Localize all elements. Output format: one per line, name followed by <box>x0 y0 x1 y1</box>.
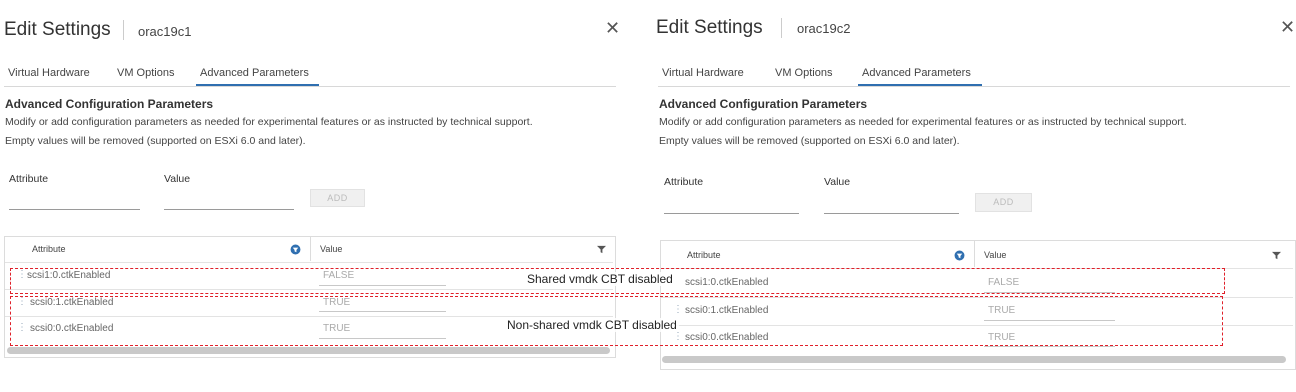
attribute-label: Attribute <box>9 173 49 185</box>
section-heading: Advanced Configuration Parameters <box>659 97 868 111</box>
non-shared-vmdk-annotation: Non-shared vmdk CBT disabled <box>505 318 679 332</box>
value-label: Value <box>164 173 191 185</box>
column-header-value[interactable]: Value <box>320 244 342 254</box>
horizontal-scrollbar[interactable] <box>662 356 1286 363</box>
shared-vmdk-annotation: Shared vmdk CBT disabled <box>525 272 675 286</box>
title-separator <box>781 18 782 38</box>
filter-icon[interactable] <box>597 245 606 254</box>
add-button[interactable]: ADD <box>975 193 1032 212</box>
value-input[interactable] <box>824 191 959 214</box>
value-label: Value <box>824 176 851 188</box>
grid-header-divider <box>5 262 613 263</box>
section-description-line1: Modify or add configuration parameters a… <box>659 116 1187 128</box>
section-description-line1: Modify or add configuration parameters a… <box>5 116 533 128</box>
section-heading: Advanced Configuration Parameters <box>5 97 214 111</box>
filter-icon[interactable] <box>1272 251 1281 260</box>
column-divider <box>310 237 311 261</box>
filter-icon[interactable] <box>954 250 965 261</box>
add-button[interactable]: ADD <box>310 189 365 207</box>
tab-advanced-parameters[interactable]: Advanced Parameters <box>200 67 309 79</box>
dialog-title: Edit Settings <box>4 19 111 40</box>
vm-name: orac19c2 <box>797 21 851 36</box>
tab-vm-options[interactable]: VM Options <box>117 67 174 79</box>
tab-virtual-hardware[interactable]: Virtual Hardware <box>662 67 744 79</box>
tab-advanced-parameters[interactable]: Advanced Parameters <box>862 67 971 79</box>
column-header-value[interactable]: Value <box>984 250 1006 260</box>
tab-vm-options[interactable]: VM Options <box>775 67 832 79</box>
attribute-label: Attribute <box>664 176 704 188</box>
dialog-title: Edit Settings <box>656 17 763 38</box>
tab-virtual-hardware[interactable]: Virtual Hardware <box>8 67 90 79</box>
section-description-line2: Empty values will be removed (supported … <box>659 135 960 147</box>
row-value-underline <box>984 346 1115 347</box>
attribute-input[interactable] <box>9 187 140 210</box>
column-divider <box>974 241 975 267</box>
value-input[interactable] <box>164 187 294 210</box>
attribute-input[interactable] <box>664 191 799 214</box>
title-separator <box>123 20 124 40</box>
close-icon[interactable]: ✕ <box>1280 17 1295 38</box>
close-icon[interactable]: ✕ <box>605 18 620 39</box>
column-header-attribute[interactable]: Attribute <box>687 250 721 260</box>
tabs-divider <box>658 86 1290 87</box>
tabs-divider <box>4 86 616 87</box>
column-header-attribute[interactable]: Attribute <box>32 244 66 254</box>
horizontal-scrollbar[interactable] <box>7 347 610 354</box>
filter-icon[interactable] <box>290 244 301 255</box>
section-description-line2: Empty values will be removed (supported … <box>5 135 306 147</box>
vm-name: orac19c1 <box>138 24 192 39</box>
